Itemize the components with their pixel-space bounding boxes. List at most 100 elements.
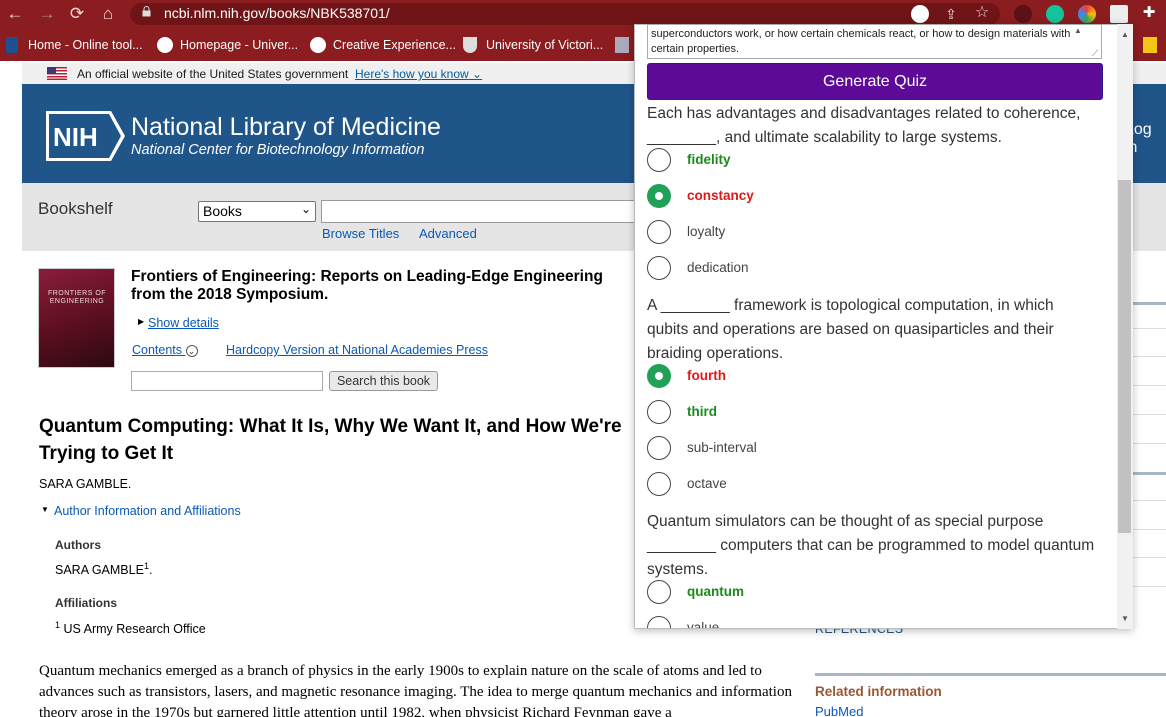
scroll-down-arrow-icon[interactable]: ▼ (1117, 612, 1133, 626)
reload-icon[interactable]: ⟳ (66, 3, 88, 25)
book-cover-image[interactable] (38, 268, 115, 368)
author-name: SARA GAMBLE (55, 563, 144, 578)
home-icon[interactable]: ⌂ (97, 3, 119, 25)
option-label[interactable]: fidelity (687, 152, 731, 167)
author-affiliations-toggle[interactable]: Author Information and Affiliations (54, 504, 241, 518)
scrollbar-thumb[interactable] (1118, 180, 1131, 533)
puzzle-icon[interactable]: ✚ (1140, 4, 1158, 22)
radio-option[interactable] (647, 256, 671, 280)
radio-option[interactable] (647, 148, 671, 172)
url-text[interactable]: ncbi.nlm.nih.gov/books/NBK538701/ (164, 5, 390, 22)
bookmark-homepage-univer[interactable]: Homepage - Univer... (180, 37, 298, 53)
sidebar-divider (1131, 500, 1166, 501)
search-this-book-input[interactable] (131, 371, 323, 391)
radio-option[interactable] (647, 436, 671, 460)
chevron-down-icon: ⌄ (472, 67, 483, 81)
sidebar-divider (1131, 328, 1166, 329)
affiliations-heading: Affiliations (55, 596, 117, 610)
contents-label: Contents (132, 343, 183, 357)
sidebar-divider (1131, 586, 1166, 587)
back-arrow-icon[interactable]: ← (4, 3, 26, 25)
author-footnote-marker[interactable]: 1 (144, 561, 149, 571)
triangle-right-icon: ▶ (138, 317, 145, 326)
extension-icon[interactable] (1110, 5, 1128, 23)
advanced-link[interactable]: Advanced (419, 226, 477, 241)
related-information-heading: Related information (815, 684, 942, 699)
hardcopy-link[interactable]: Hardcopy Version at National Academies P… (226, 343, 488, 357)
gov-banner-text: An official website of the United States… (77, 67, 349, 81)
chapter-body-text: Quantum mechanics emerged as a branch of… (39, 663, 792, 717)
question-text: A ________ framework is topological comp… (647, 297, 1054, 362)
radio-option-selected[interactable] (647, 184, 671, 208)
option-label[interactable]: constancy (687, 188, 754, 203)
google-icon[interactable] (911, 5, 929, 23)
option-label[interactable]: fourth (687, 368, 726, 383)
heres-how-you-know-link[interactable]: Here's how you know ⌄ (355, 67, 482, 81)
radio-option-selected[interactable] (647, 364, 671, 388)
chevron-down-icon: ⌄ (300, 202, 311, 216)
option-label[interactable]: loyalty (687, 224, 725, 239)
bookshelf-label[interactable]: Bookshelf (38, 199, 113, 219)
globe-icon (157, 37, 173, 53)
crest-icon (463, 37, 477, 53)
radio-option[interactable] (647, 616, 671, 628)
bookmark-university-of-victoria[interactable]: University of Victori... (486, 37, 603, 53)
radio-option[interactable] (647, 220, 671, 244)
authors-heading: Authors (55, 538, 101, 552)
option-label[interactable]: value (687, 620, 719, 628)
browse-titles-link[interactable]: Browse Titles (322, 226, 399, 241)
folder-icon[interactable] (615, 37, 629, 53)
sidebar-divider (1131, 356, 1166, 357)
generate-quiz-button[interactable]: Generate Quiz (647, 63, 1103, 100)
heres-how-you-know-label: Here's how you know (355, 67, 469, 81)
question-text: Quantum simulators can be thought of as … (647, 513, 1095, 578)
option-label[interactable]: third (687, 404, 717, 419)
color-extension-icon[interactable] (1078, 5, 1096, 23)
bookmark-home-online-tool[interactable]: Home - Online tool... (28, 37, 143, 53)
sidebar-divider (1131, 385, 1166, 386)
bookshelf-search-input[interactable] (321, 200, 641, 223)
book-title[interactable]: Frontiers of Engineering: Reports on Lea… (131, 268, 641, 304)
radio-option[interactable] (647, 472, 671, 496)
svg-text:NIH: NIH (53, 122, 98, 152)
book-cover-text: FRONTIERS OF ENGINEERING (47, 290, 107, 305)
search-this-book-button[interactable]: Search this book (329, 371, 438, 391)
pubmed-link[interactable]: PubMed (815, 704, 863, 717)
scroll-up-arrow-icon[interactable]: ▲ (1117, 28, 1133, 42)
option-label[interactable]: sub-interval (687, 440, 757, 455)
grammarly-icon[interactable] (1046, 5, 1064, 23)
nlm-title[interactable]: National Library of Medicine (131, 113, 441, 141)
resize-handle-icon[interactable]: ⟋ (1092, 48, 1098, 59)
chapter-title: Quantum Computing: What It Is, Why We Wa… (39, 416, 622, 464)
forward-arrow-icon[interactable]: → (36, 3, 58, 25)
chevron-down-icon: ⌄ (185, 345, 198, 357)
bookmark-creative-experience[interactable]: Creative Experience... (333, 37, 456, 53)
quiz-source-textarea[interactable]: superconductors work, or how certain che… (647, 24, 1102, 59)
option-label[interactable]: dedication (687, 260, 749, 275)
sidebar-divider (1131, 529, 1166, 530)
database-select[interactable]: Books ⌄ (198, 201, 316, 222)
nih-logo[interactable]: NIH (45, 110, 127, 162)
star-icon[interactable]: ☆ (973, 4, 991, 22)
sidebar-divider (1131, 557, 1166, 558)
sidebar-divider (1131, 472, 1166, 475)
database-select-value: Books (203, 203, 242, 219)
contents-link[interactable]: Contents ⌄ (132, 343, 198, 357)
nlm-subtitle: National Center for Biotechnology Inform… (131, 142, 425, 158)
affiliation-text: US Army Research Office (63, 622, 206, 637)
globe-icon (310, 37, 326, 53)
folder-icon[interactable] (1143, 37, 1157, 53)
affiliation-value: 1 US Army Research Office (55, 620, 206, 636)
radio-option[interactable] (647, 400, 671, 424)
option-label[interactable]: octave (687, 476, 727, 491)
lock-icon (142, 6, 151, 17)
radio-option[interactable] (647, 580, 671, 604)
textarea-scroll-arrow-icon[interactable]: ▲ (1074, 26, 1082, 35)
pen-extension-icon[interactable] (1014, 5, 1032, 23)
share-icon[interactable]: ⇪ (942, 5, 960, 23)
authors-value: SARA GAMBLE1. (55, 561, 153, 578)
show-details-link[interactable]: Show details (148, 316, 219, 330)
affiliation-marker: 1 (55, 620, 61, 630)
chapter-author: SARA GAMBLE. (39, 477, 132, 491)
option-label[interactable]: quantum (687, 584, 744, 599)
